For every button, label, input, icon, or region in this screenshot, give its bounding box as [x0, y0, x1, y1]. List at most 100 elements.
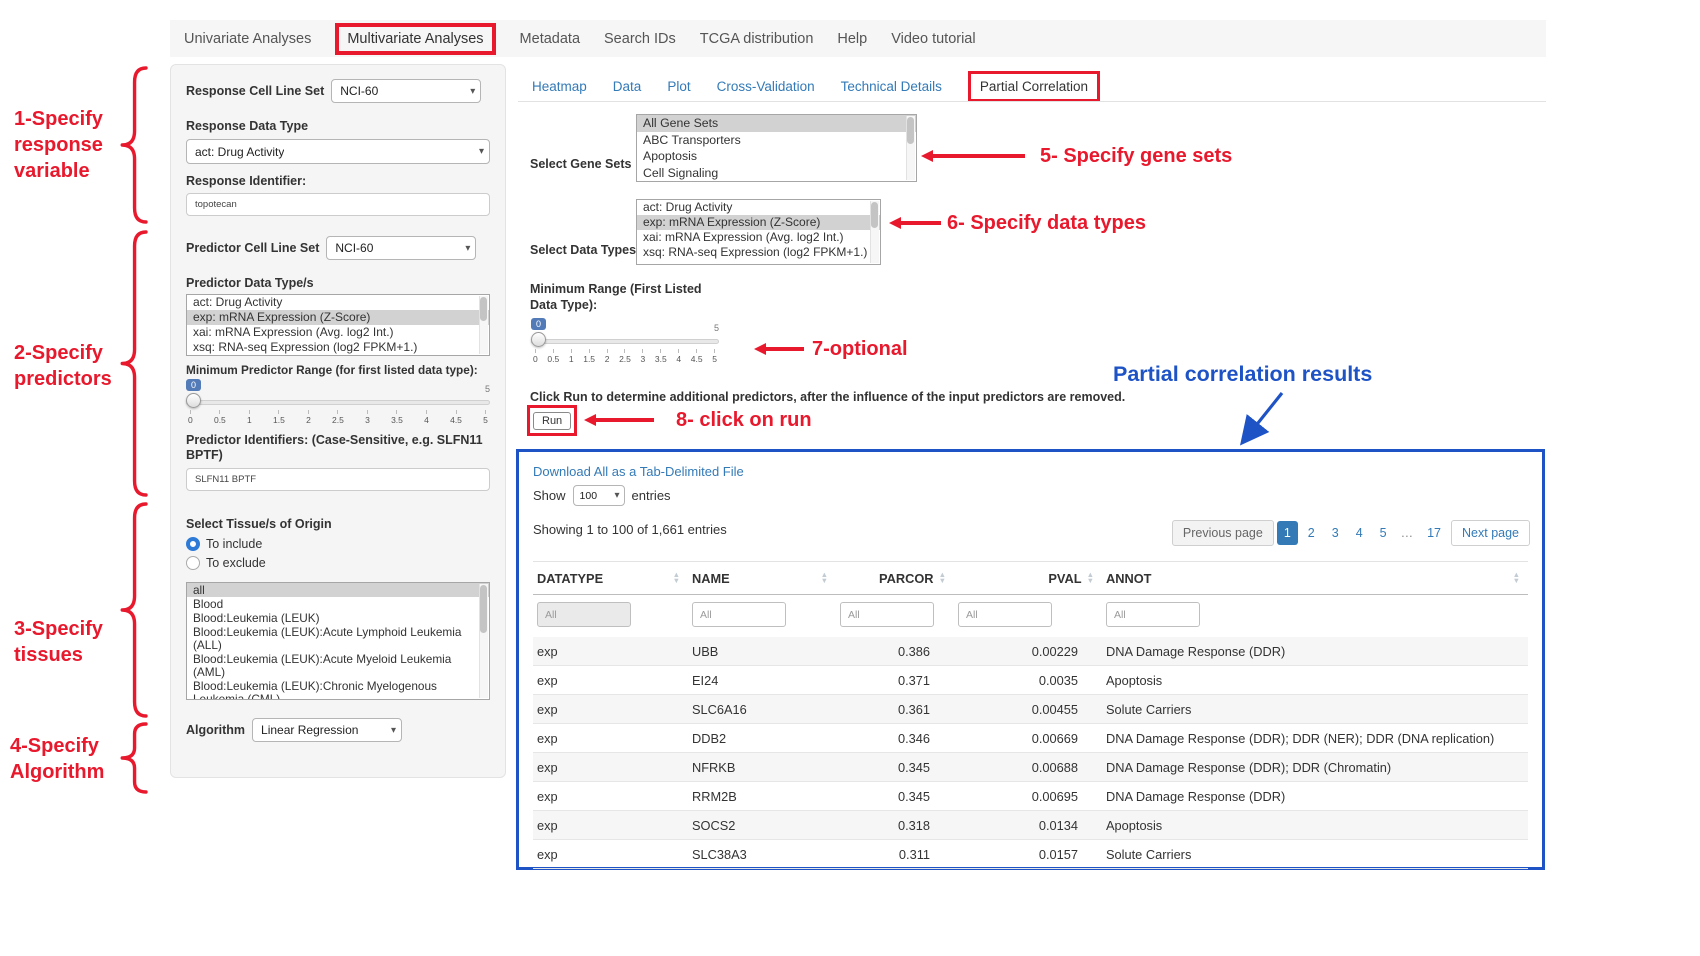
list-option[interactable]: Blood:Leukemia (LEUK):Acute Myeloid Leuk…	[187, 652, 489, 679]
scrollbar[interactable]	[870, 201, 879, 263]
page-4-button[interactable]: 4	[1349, 521, 1370, 545]
table-row[interactable]: expSLC6A160.3610.00455Solute Carriers	[533, 695, 1528, 724]
list-option[interactable]: act: Drug Activity	[637, 200, 880, 215]
list-option[interactable]: Blood:Leukemia (LEUK):Chronic Myelogenou…	[187, 679, 489, 700]
slider-handle[interactable]	[186, 393, 201, 408]
annotation-step5: 5- Specify gene sets	[1040, 143, 1232, 169]
tab-heatmap[interactable]: Heatmap	[532, 79, 587, 94]
tab-technical-details[interactable]: Technical Details	[841, 79, 942, 94]
table-row[interactable]: expUBB0.3860.00229DNA Damage Response (D…	[533, 637, 1528, 666]
data-types-list[interactable]: act: Drug Activityexp: mRNA Expression (…	[636, 199, 881, 265]
table-row[interactable]: expNFRKB0.3450.00688DNA Damage Response …	[533, 753, 1528, 782]
nav-item-tcga-distribution[interactable]: TCGA distribution	[700, 31, 814, 47]
nav-item-univariate-analyses[interactable]: Univariate Analyses	[184, 31, 311, 47]
nav-item-search-ids[interactable]: Search IDs	[604, 31, 676, 47]
nav-item-metadata[interactable]: Metadata	[520, 31, 580, 47]
page-3-button[interactable]: 3	[1325, 521, 1346, 545]
filter-input-datatype[interactable]	[537, 602, 631, 627]
min-range-slider[interactable]: 0 5 00.511.522.533.544.55	[531, 318, 719, 364]
predictor-cell-line-set-select[interactable]: NCI-60 ▾	[326, 236, 476, 260]
previous-page-button[interactable]: Previous page	[1172, 520, 1274, 546]
column-header-parcor[interactable]: PARCOR▲▼	[836, 571, 954, 586]
scrollbar[interactable]	[479, 296, 488, 354]
bracket-algorithm-section	[120, 722, 148, 794]
scrollbar-thumb[interactable]	[480, 585, 487, 633]
run-button[interactable]: Run	[533, 412, 571, 430]
tissue-exclude-radio[interactable]: To exclude	[186, 556, 490, 570]
slider-tick: 0.5	[214, 410, 226, 425]
algorithm-select[interactable]: Linear Regression ▾	[252, 718, 402, 742]
scrollbar-thumb[interactable]	[907, 117, 914, 144]
scrollbar-thumb[interactable]	[871, 202, 878, 228]
page-1-button[interactable]: 1	[1277, 521, 1298, 545]
table-row[interactable]: expEI240.3710.0035Apoptosis	[533, 666, 1528, 695]
column-header-annot[interactable]: ANNOT ▲▼	[1102, 571, 1528, 586]
nav-item-help[interactable]: Help	[837, 31, 867, 47]
tab-data[interactable]: Data	[613, 79, 642, 94]
scrollbar[interactable]	[906, 116, 915, 180]
scrollbar[interactable]	[479, 584, 488, 698]
table-row[interactable]: expDDB20.3460.00669DNA Damage Response (…	[533, 724, 1528, 753]
next-page-button[interactable]: Next page	[1451, 520, 1530, 546]
tab-partial-correlation[interactable]: Partial Correlation	[968, 71, 1100, 102]
min-predictor-range-label: Minimum Predictor Range (for first liste…	[186, 363, 490, 377]
list-option[interactable]: all	[187, 583, 489, 597]
list-option[interactable]: Blood	[187, 597, 489, 611]
nav-item-multivariate-analyses[interactable]: Multivariate Analyses	[335, 23, 495, 55]
filter-input-name[interactable]	[692, 602, 786, 627]
entries-select[interactable]: 100 ▾	[573, 485, 625, 506]
tab-cross-validation[interactable]: Cross-Validation	[717, 79, 815, 94]
select-value: 100	[580, 490, 598, 502]
sort-icon[interactable]: ▲▼	[821, 572, 828, 584]
predictor-identifiers-input[interactable]: SLFN11 BPTF	[186, 468, 490, 491]
sort-icon[interactable]: ▲▼	[939, 572, 946, 584]
list-option[interactable]: exp: mRNA Expression (Z-Score)	[637, 215, 880, 230]
list-option[interactable]: Blood:Leukemia (LEUK):Acute Lymphoid Leu…	[187, 625, 489, 652]
list-option[interactable]: xsq: RNA-seq Expression (log2 FPKM+1.)	[187, 340, 489, 355]
list-option[interactable]: Apoptosis	[637, 148, 916, 165]
table-row[interactable]: expRRM2B0.3450.00695DNA Damage Response …	[533, 782, 1528, 811]
slider-track[interactable]	[531, 339, 719, 344]
filter-input-pval[interactable]	[958, 602, 1052, 627]
filter-input-parcor[interactable]	[840, 602, 934, 627]
column-header-label: ANNOT	[1106, 571, 1152, 586]
list-option[interactable]: Blood:Leukemia (LEUK)	[187, 611, 489, 625]
list-option[interactable]: ABC Transporters	[637, 132, 916, 149]
column-header-name[interactable]: NAME▲▼	[688, 571, 836, 586]
min-predictor-range-slider[interactable]: 0 5 00.511.522.533.544.55	[186, 379, 490, 425]
tissue-include-radio[interactable]: To include	[186, 537, 490, 551]
sort-icon[interactable]: ▲▼	[1087, 572, 1094, 584]
cell-pval: 0.0035	[954, 673, 1102, 688]
slider-track[interactable]	[186, 400, 490, 405]
list-option[interactable]: All Gene Sets	[637, 115, 916, 132]
list-option[interactable]: act: Drug Activity	[187, 295, 489, 310]
gene-sets-list[interactable]: All Gene SetsABC TransportersApoptosisCe…	[636, 114, 917, 182]
sort-icon[interactable]: ▲▼	[673, 572, 680, 584]
data-types-label: Select Data Types	[530, 243, 636, 257]
page-5-button[interactable]: 5	[1373, 521, 1394, 545]
cell-parcor: 0.371	[836, 673, 954, 688]
nav-item-video-tutorial[interactable]: Video tutorial	[891, 31, 975, 47]
page-2-button[interactable]: 2	[1301, 521, 1322, 545]
page-17-button[interactable]: 17	[1420, 521, 1448, 545]
predictor-data-types-list[interactable]: act: Drug Activityexp: mRNA Expression (…	[186, 294, 490, 356]
tab-plot[interactable]: Plot	[667, 79, 690, 94]
download-link[interactable]: Download All as a Tab-Delimited File	[533, 464, 1528, 479]
table-row[interactable]: expSOCS20.3180.0134Apoptosis	[533, 811, 1528, 840]
list-option[interactable]: xai: mRNA Expression (Avg. log2 Int.)	[637, 230, 880, 245]
sort-icon[interactable]: ▲▼	[1513, 572, 1520, 584]
table-row[interactable]: expSLC38A30.3110.0157Solute Carriers	[533, 840, 1528, 869]
list-option[interactable]: xai: mRNA Expression (Avg. log2 Int.)	[187, 325, 489, 340]
slider-handle[interactable]	[531, 332, 546, 347]
list-option[interactable]: xsq: RNA-seq Expression (log2 FPKM+1.)	[637, 245, 880, 260]
column-header-pval[interactable]: PVAL▲▼	[954, 571, 1102, 586]
scrollbar-thumb[interactable]	[480, 297, 487, 321]
column-header-datatype[interactable]: DATATYPE▲▼	[533, 571, 688, 586]
response-identifier-input[interactable]: topotecan	[186, 193, 490, 216]
filter-input-annot[interactable]	[1106, 602, 1200, 627]
list-option[interactable]: exp: mRNA Expression (Z-Score)	[187, 310, 489, 325]
list-option[interactable]: Cell Signaling	[637, 165, 916, 182]
response-data-type-select[interactable]: act: Drug Activity ▾	[186, 139, 490, 164]
tissues-list[interactable]: allBloodBlood:Leukemia (LEUK)Blood:Leuke…	[186, 582, 490, 700]
response-cell-line-set-select[interactable]: NCI-60 ▾	[331, 79, 481, 103]
